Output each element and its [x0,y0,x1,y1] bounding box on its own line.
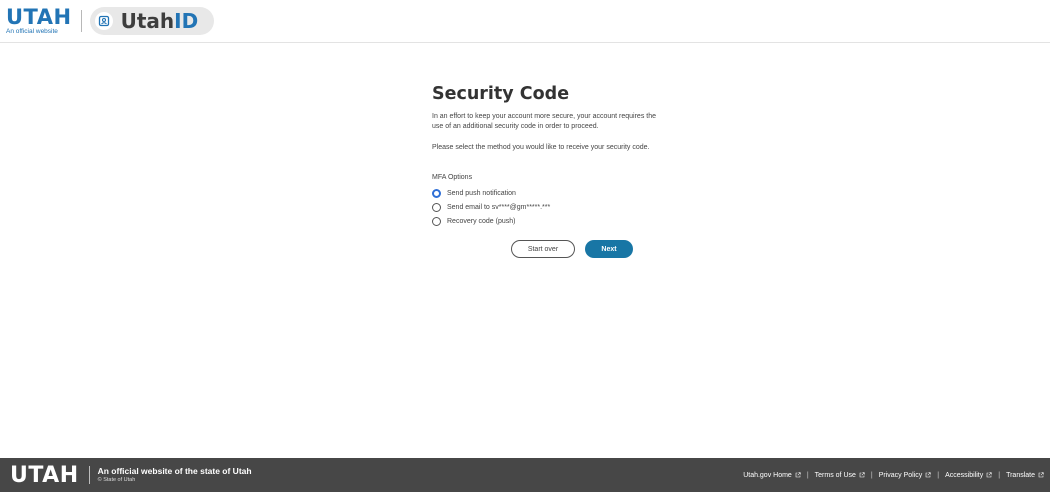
footer-link-utah-gov-home[interactable]: Utah.gov Home [743,472,801,479]
external-link-icon [986,472,992,478]
header-divider [80,10,82,32]
external-link-icon [1038,472,1044,478]
radio-recovery-code[interactable] [432,217,441,227]
footer-divider [88,466,90,484]
option-label: Send email to sv****@gm*****.*** [447,204,551,212]
option-label: Send push notification [447,190,516,198]
radio-push-notification[interactable] [432,189,441,199]
next-button[interactable]: Next [585,240,633,259]
intro-paragraph: In an effort to keep your account more s… [432,113,656,131]
footer-link-separator: | [937,471,940,479]
utahid-prefix: Utah [120,9,175,33]
footer-official-notice: An official website of the state of Utah… [97,465,252,484]
external-link-icon [795,472,801,478]
mfa-options-label: MFA Options [432,174,473,182]
footer-link-label: Utah.gov Home [743,471,792,479]
footer-link-separator: | [870,471,873,479]
mfa-option-email[interactable]: Send email to sv****@gm*****.*** [432,202,672,213]
page-title: Security Code [432,84,570,104]
security-code-panel: Security Code In an effort to keep your … [432,84,672,259]
footer-utah-logo[interactable]: UTAH [10,463,79,488]
footer-link-label: Privacy Policy [878,471,923,479]
footer-link-label: Translate [1006,471,1035,479]
utahid-suffix: ID [174,9,199,33]
utah-logo-subtitle: An official website [6,27,58,35]
start-over-button[interactable]: Start over [511,240,575,259]
official-website-text: An official website of the state of Utah [97,465,252,476]
footer-link-separator: | [998,471,1001,479]
utah-logo-text: UTAH [6,4,72,29]
mfa-option-push[interactable]: Send push notification [432,188,672,199]
option-label: Recovery code (push) [447,218,516,226]
footer-link-privacy-policy[interactable]: Privacy Policy [879,472,932,479]
action-buttons: Start over Next [511,240,672,259]
footer-link-translate[interactable]: Translate [1006,472,1044,479]
footer-links: Utah.gov Home | Terms of Use | Privacy P… [743,458,1044,492]
utah-logo[interactable]: UTAH An official website [6,4,72,36]
site-footer: UTAH An official website of the state of… [0,458,1050,492]
id-card-icon [94,12,113,30]
footer-link-separator: | [806,471,809,479]
external-link-icon [925,472,931,478]
instruction-paragraph: Please select the method you would like … [432,143,650,151]
external-link-icon [859,472,865,478]
radio-send-email[interactable] [432,203,441,213]
site-header: UTAH An official website UtahID [0,0,1050,43]
mfa-option-recovery[interactable]: Recovery code (push) [432,216,672,227]
footer-link-label: Terms of Use [814,471,856,479]
footer-link-terms-of-use[interactable]: Terms of Use [815,472,865,479]
utahid-logo[interactable]: UtahID [89,7,215,35]
copyright-text: © State of Utah [97,477,136,484]
utahid-wordmark: UtahID [121,9,199,33]
footer-link-accessibility[interactable]: Accessibility [945,472,992,479]
footer-link-label: Accessibility [945,471,984,479]
